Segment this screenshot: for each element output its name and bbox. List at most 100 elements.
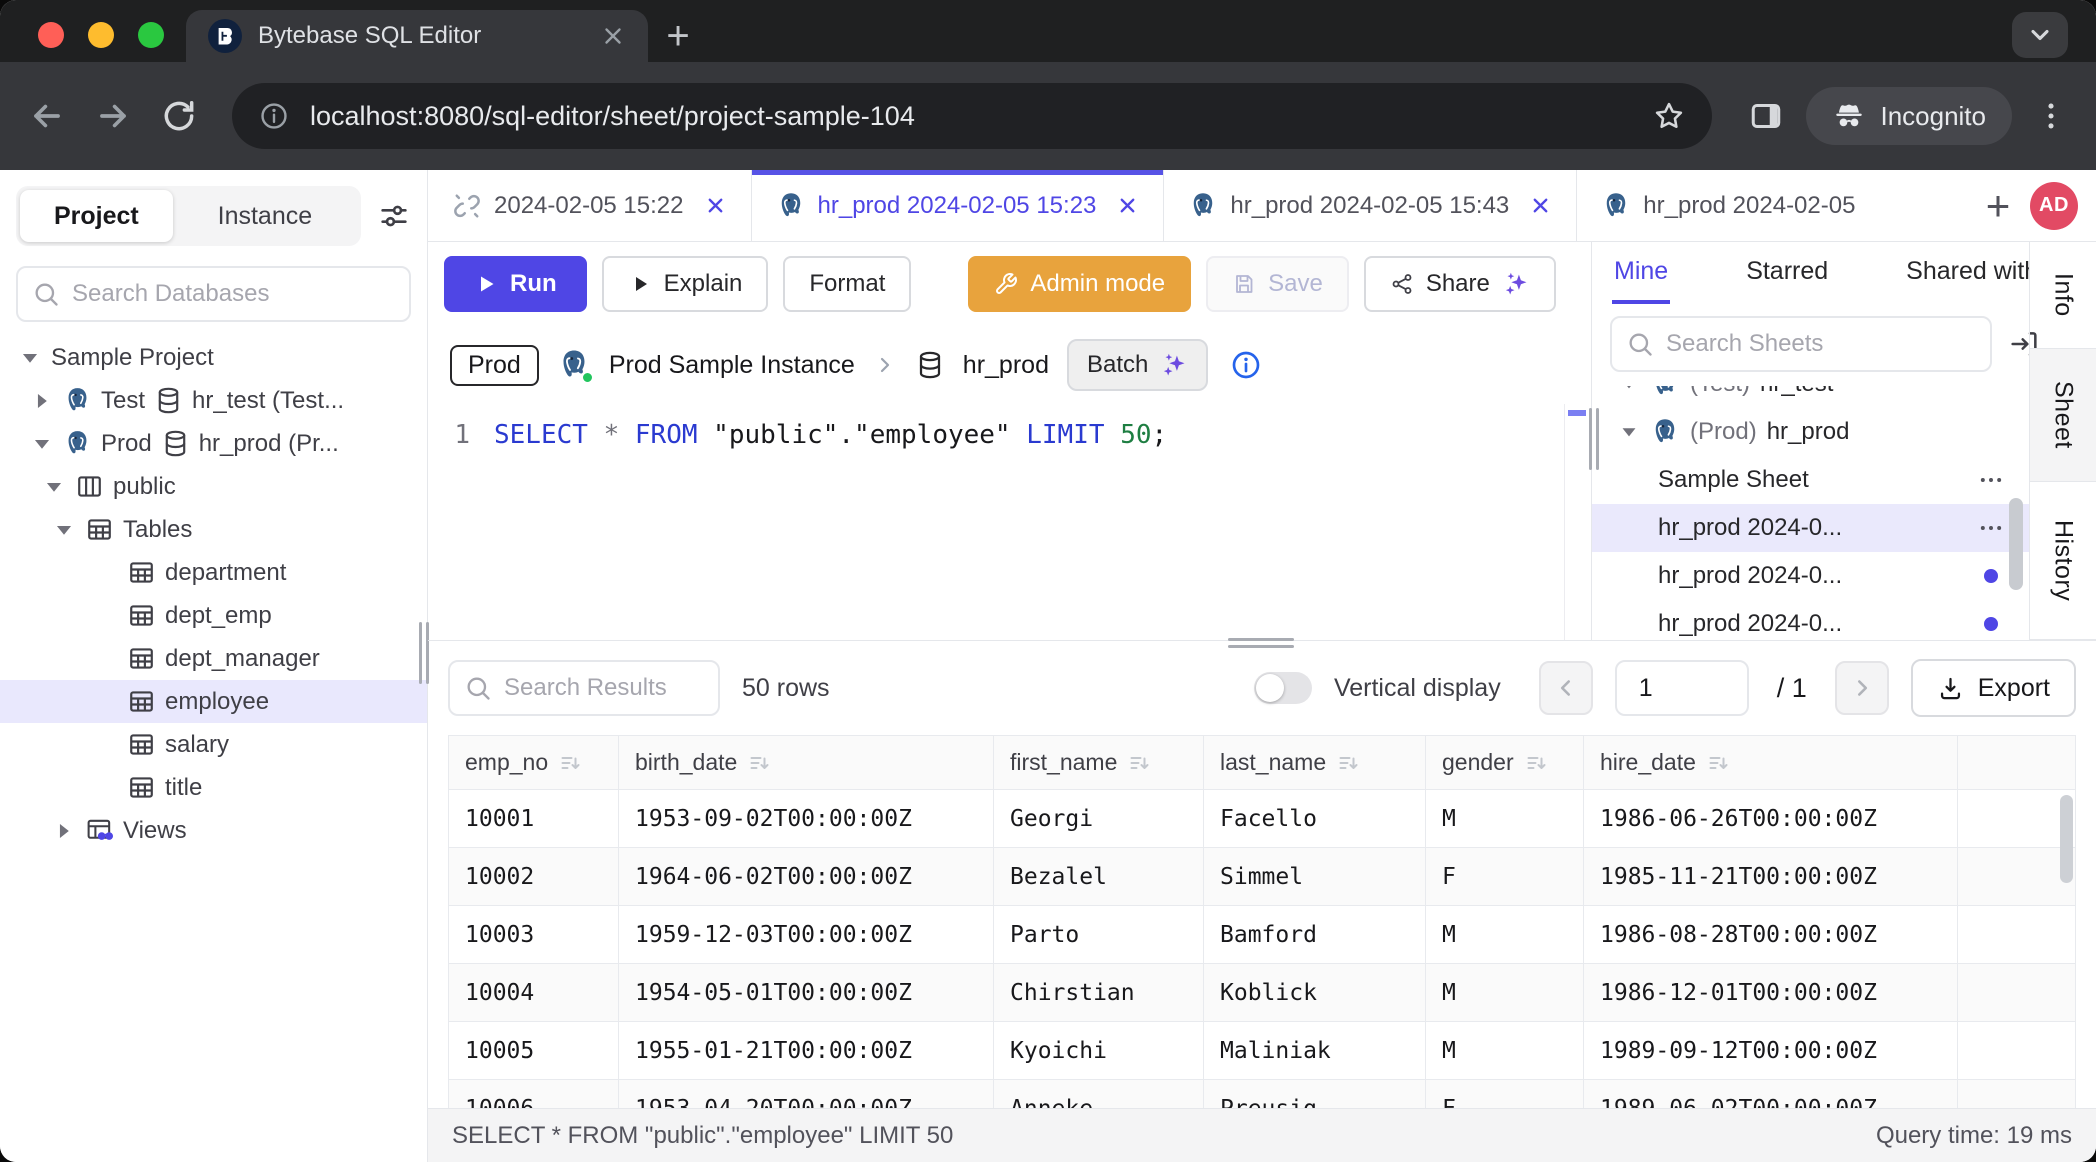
table-cell[interactable]: M <box>1426 964 1584 1022</box>
table-cell[interactable]: 10002 <box>449 848 619 906</box>
close-window-button[interactable] <box>38 22 64 48</box>
sql-code[interactable]: SELECT * FROM "public"."employee" LIMIT … <box>494 414 1167 640</box>
table-cell[interactable]: 1953-04-20T00:00:00Z <box>619 1080 994 1109</box>
table-cell[interactable]: Preusig <box>1204 1080 1426 1109</box>
tab-project[interactable]: Project <box>20 190 173 242</box>
browser-tab[interactable]: Bytebase SQL Editor <box>186 10 648 62</box>
table-row[interactable]: 100031959-12-03T00:00:00ZPartoBamfordM19… <box>449 906 2076 964</box>
table-cell[interactable]: Simmel <box>1204 848 1426 906</box>
close-tab-icon[interactable] <box>1529 194 1552 217</box>
table-cell[interactable]: M <box>1426 790 1584 848</box>
table-cell[interactable]: M <box>1426 1022 1584 1080</box>
window-controls[interactable] <box>38 22 164 48</box>
sort-icon[interactable] <box>1127 751 1151 775</box>
table-cell[interactable]: 1985-11-21T00:00:00Z <box>1584 848 1958 906</box>
user-avatar[interactable]: AD <box>2030 182 2078 230</box>
export-button[interactable]: Export <box>1911 659 2076 717</box>
column-header[interactable]: last_name <box>1204 736 1426 790</box>
tab-overview-button[interactable] <box>2012 12 2068 58</box>
share-button[interactable]: Share <box>1364 256 1556 312</box>
admin-mode-button[interactable]: Admin mode <box>968 256 1191 312</box>
tree-item[interactable]: salary <box>0 723 427 766</box>
column-header[interactable]: birth_date <box>619 736 994 790</box>
minimize-window-button[interactable] <box>88 22 114 48</box>
browser-menu-icon[interactable] <box>2034 99 2068 133</box>
info-icon[interactable] <box>1230 349 1262 381</box>
results-search-input[interactable] <box>504 674 704 702</box>
results-scrollbar[interactable] <box>2060 795 2073 883</box>
editor-tab[interactable]: hr_prod 2024-02-05 15:23 <box>752 170 1165 241</box>
sheet-menu-icon[interactable] <box>1977 514 2005 542</box>
page-number-input[interactable] <box>1615 660 1749 716</box>
results-search[interactable] <box>448 660 720 716</box>
table-cell[interactable]: Georgi <box>994 790 1204 848</box>
forward-icon[interactable] <box>94 97 132 135</box>
sheet-menu-icon[interactable] <box>1977 466 2005 494</box>
table-cell[interactable]: 1989-09-12T00:00:00Z <box>1584 1022 1958 1080</box>
table-row[interactable]: 100041954-05-01T00:00:00ZChirstianKoblic… <box>449 964 2076 1022</box>
tree-item[interactable]: Views <box>0 809 427 852</box>
table-cell[interactable]: 1953-09-02T00:00:00Z <box>619 790 994 848</box>
table-cell[interactable]: 1959-12-03T00:00:00Z <box>619 906 994 964</box>
table-row[interactable]: 100051955-01-21T00:00:00ZKyoichiMaliniak… <box>449 1022 2076 1080</box>
editor-minimap[interactable] <box>1564 404 1591 640</box>
table-cell[interactable]: Maliniak <box>1204 1022 1426 1080</box>
tree-item[interactable]: Tables <box>0 508 427 551</box>
table-cell[interactable]: 10001 <box>449 790 619 848</box>
table-cell[interactable]: Kyoichi <box>994 1022 1204 1080</box>
browser-tab-close-icon[interactable] <box>600 23 626 49</box>
table-cell[interactable]: Parto <box>994 906 1204 964</box>
table-cell[interactable]: 10004 <box>449 964 619 1022</box>
sheet-group[interactable]: (Prod)hr_prod <box>1592 408 2029 456</box>
sheet-search[interactable] <box>1610 316 1992 372</box>
close-tab-icon[interactable] <box>1116 194 1139 217</box>
sort-icon[interactable] <box>747 751 771 775</box>
database-search[interactable] <box>16 266 411 322</box>
sort-icon[interactable] <box>558 751 582 775</box>
table-cell[interactable]: M <box>1426 906 1584 964</box>
filter-settings-icon[interactable] <box>377 199 411 233</box>
side-panel-icon[interactable] <box>1748 98 1784 134</box>
new-sheet-tab-button[interactable]: + <box>1970 170 2026 241</box>
next-page-button[interactable] <box>1835 661 1889 715</box>
batch-button[interactable]: Batch <box>1067 339 1208 391</box>
rail-tab-sheet[interactable]: Sheet <box>2030 348 2096 482</box>
table-row[interactable]: 100011953-09-02T00:00:00ZGeorgiFacelloM1… <box>449 790 2076 848</box>
table-row[interactable]: 100021964-06-02T00:00:00ZBezalelSimmelF1… <box>449 848 2076 906</box>
table-cell[interactable]: Anneke <box>994 1080 1204 1109</box>
database-search-input[interactable] <box>72 280 395 308</box>
tree-item[interactable]: Testhr_test (Test... <box>0 379 427 422</box>
results-resize-handle[interactable] <box>1228 634 1294 652</box>
table-cell[interactable]: 1955-01-21T00:00:00Z <box>619 1022 994 1080</box>
bookmark-star-icon[interactable] <box>1652 99 1686 133</box>
explain-button[interactable]: Explain <box>602 256 769 312</box>
tab-starred[interactable]: Starred <box>1744 242 1830 304</box>
sql-editor[interactable]: 1 SELECT * FROM "public"."employee" LIMI… <box>428 404 1591 640</box>
sheet-item[interactable]: Sample Sheet <box>1592 456 2029 504</box>
prev-page-button[interactable] <box>1539 661 1593 715</box>
fullscreen-window-button[interactable] <box>138 22 164 48</box>
tree-item[interactable]: title <box>0 766 427 809</box>
table-cell[interactable]: Koblick <box>1204 964 1426 1022</box>
table-cell[interactable]: 10005 <box>449 1022 619 1080</box>
tree-item[interactable]: Prodhr_prod (Pr... <box>0 422 427 465</box>
run-button[interactable]: Run <box>444 256 587 312</box>
column-header[interactable]: hire_date <box>1584 736 1958 790</box>
new-browser-tab-button[interactable]: + <box>648 10 708 62</box>
database-name[interactable]: hr_prod <box>963 351 1049 380</box>
table-row[interactable]: 100061953-04-20T00:00:00ZAnnekePreusigF1… <box>449 1080 2076 1109</box>
format-button[interactable]: Format <box>783 256 911 312</box>
column-header[interactable]: gender <box>1426 736 1584 790</box>
url-bar[interactable]: localhost:8080/sql-editor/sheet/project-… <box>232 83 1712 149</box>
site-info-icon[interactable] <box>258 100 290 132</box>
reload-icon[interactable] <box>160 97 198 135</box>
table-cell[interactable]: F <box>1426 848 1584 906</box>
table-cell[interactable]: Bamford <box>1204 906 1426 964</box>
close-tab-icon[interactable] <box>704 194 727 217</box>
sheet-group[interactable]: (Test)hr_test <box>1592 386 2029 408</box>
panel-resize-handle[interactable] <box>1589 408 1599 470</box>
url-text[interactable]: localhost:8080/sql-editor/sheet/project-… <box>310 101 1632 132</box>
tree-item[interactable]: Sample Project <box>0 336 427 379</box>
tree-item[interactable]: dept_manager <box>0 637 427 680</box>
tree-item[interactable]: department <box>0 551 427 594</box>
